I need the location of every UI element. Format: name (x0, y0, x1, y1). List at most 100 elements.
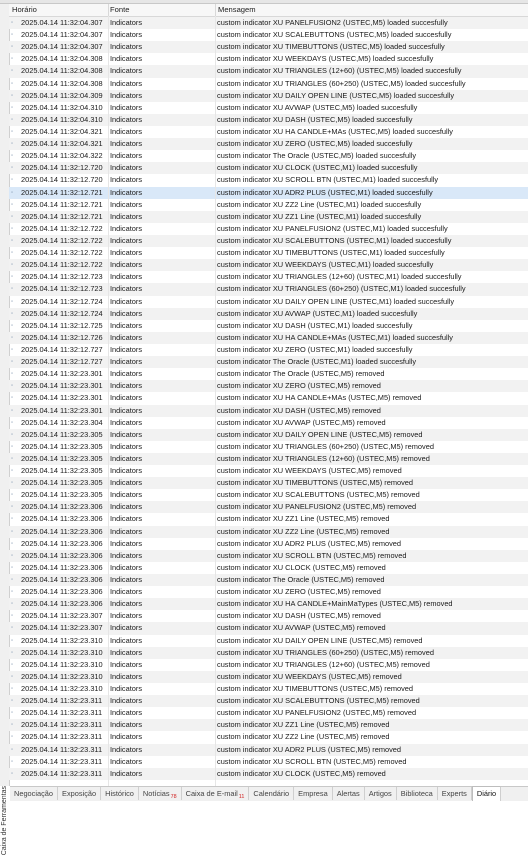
table-row[interactable]: ▫ 2025.04.14 11:32:23.305 Indicators custom… (9, 441, 528, 453)
table-row[interactable]: ▫ 2025.04.14 11:32:23.301 Indicators custom… (9, 380, 528, 393)
tab-artigos[interactable]: Artigos (365, 787, 397, 800)
table-row[interactable]: ▫ 2025.04.14 11:32:23.307 Indicators custom… (9, 610, 528, 622)
table-row[interactable]: ▫ 2025.04.14 11:32:12.725 Indicators custom… (9, 320, 528, 332)
table-row[interactable]: ▫ 2025.04.14 11:32:12.721 Indicators custom… (9, 199, 528, 211)
table-row[interactable]: ▫ 2025.04.14 11:32:12.722 Indicators custom… (9, 247, 528, 259)
table-row[interactable]: ▫ 2025.04.14 11:32:04.309 Indicators custom… (9, 89, 528, 102)
table-row[interactable]: ▫ 2025.04.14 11:32:23.311 Indicators custom… (9, 695, 528, 708)
cell-time: 2025.04.14 11:32:23.306 (21, 562, 103, 572)
cell-time: 2025.04.14 11:32:12.726 (21, 332, 103, 342)
table-row[interactable]: ▫ 2025.04.14 11:32:23.306 Indicators custom… (9, 538, 528, 550)
table-row[interactable]: ▫ 2025.04.14 11:32:12.720 Indicators custom… (9, 174, 528, 186)
cell-source: Indicators (110, 284, 143, 294)
tab-histórico[interactable]: Histórico (101, 787, 139, 800)
table-row[interactable]: ▫ 2025.04.14 11:32:23.310 Indicators custom… (9, 635, 528, 647)
table-row[interactable]: ▫ 2025.04.14 11:32:23.310 Indicators custom… (9, 683, 528, 695)
tab-label: Histórico (105, 789, 134, 798)
table-row[interactable]: ▫ 2025.04.14 11:32:23.301 Indicators custom… (9, 368, 528, 380)
table-row[interactable]: ▫ 2025.04.14 11:32:23.306 Indicators custom… (9, 525, 528, 538)
table-row[interactable]: ▫ 2025.04.14 11:32:04.310 Indicators custom… (9, 113, 528, 126)
table-row[interactable]: ▫ 2025.04.14 11:32:23.305 Indicators custom… (9, 489, 528, 501)
table-row[interactable]: ▫ 2025.04.14 11:32:12.722 Indicators custom… (9, 259, 528, 272)
table-row[interactable]: ▫ 2025.04.14 11:32:04.308 Indicators custom… (9, 53, 528, 65)
tab-biblioteca[interactable]: Biblioteca (397, 787, 438, 800)
table-row[interactable]: ▫ 2025.04.14 11:32:04.307 Indicators custom… (9, 29, 528, 41)
table-row[interactable]: ▫ 2025.04.14 11:32:04.321 Indicators custom… (9, 138, 528, 151)
cell-time: 2025.04.14 11:32:23.306 (21, 587, 103, 597)
tab-diário[interactable]: Diário (471, 786, 502, 801)
log-entry-icon: ▫ (11, 564, 14, 571)
table-row[interactable]: ▫ 2025.04.14 11:32:12.726 Indicators custom… (9, 331, 528, 344)
table-row[interactable]: ▫ 2025.04.14 11:32:12.723 Indicators custom… (9, 283, 528, 296)
table-row[interactable]: ▫ 2025.04.14 11:32:23.306 Indicators custom… (9, 513, 528, 525)
cell-message: custom indicator XU TRIANGLES (60+250) (… (217, 78, 466, 88)
table-row[interactable]: ▫ 2025.04.14 11:32:23.305 Indicators custom… (9, 428, 528, 441)
column-header-message[interactable]: Mensagem (218, 5, 256, 15)
table-row[interactable]: ▫ 2025.04.14 11:32:04.321 Indicators custom… (9, 126, 528, 138)
table-row[interactable]: ▫ 2025.04.14 11:32:23.301 Indicators custom… (9, 392, 528, 404)
table-row[interactable]: ▫ 2025.04.14 11:32:23.305 Indicators custom… (9, 452, 528, 466)
table-header: Horário Fonte Mensagem (9, 4, 528, 17)
column-divider[interactable] (108, 4, 109, 16)
table-row[interactable]: ▫ 2025.04.14 11:32:23.306 Indicators custom… (9, 598, 528, 611)
table-row[interactable]: ▫ 2025.04.14 11:32:12.720 Indicators custom… (9, 162, 528, 175)
table-row[interactable]: ▫ 2025.04.14 11:32:12.727 Indicators custom… (9, 356, 528, 369)
cell-source: Indicators (110, 562, 143, 572)
table-row[interactable]: ▫ 2025.04.14 11:32:23.311 Indicators custom… (9, 707, 528, 719)
table-row[interactable]: ▫ 2025.04.14 11:32:12.724 Indicators custom… (9, 296, 528, 308)
cell-time: 2025.04.14 11:32:23.305 (21, 490, 103, 500)
cell-time: 2025.04.14 11:32:04.308 (21, 54, 103, 64)
tab-exposição[interactable]: Exposição (58, 787, 102, 800)
table-row[interactable]: ▫ 2025.04.14 11:32:04.307 Indicators custom… (9, 41, 528, 54)
table-row[interactable]: ▫ 2025.04.14 11:32:23.311 Indicators custom… (9, 719, 528, 732)
column-header-source[interactable]: Fonte (110, 5, 129, 15)
table-row[interactable]: ▫ 2025.04.14 11:32:12.722 Indicators custom… (9, 223, 528, 235)
table-row[interactable]: ▫ 2025.04.14 11:32:23.306 Indicators custom… (9, 574, 528, 587)
cell-time: 2025.04.14 11:32:23.306 (21, 514, 103, 524)
table-row[interactable]: ▫ 2025.04.14 11:32:12.722 Indicators custom… (9, 234, 528, 248)
table-row[interactable]: ▫ 2025.04.14 11:32:23.310 Indicators custom… (9, 670, 528, 684)
table-row[interactable]: ▫ 2025.04.14 11:32:12.721 Indicators custom… (9, 210, 528, 223)
table-row[interactable]: ▫ 2025.04.14 11:32:23.306 Indicators custom… (9, 586, 528, 598)
table-row[interactable]: ▫ 2025.04.14 11:32:12.723 Indicators custom… (9, 271, 528, 283)
table-row[interactable]: ▫ 2025.04.14 11:32:04.307 Indicators custom… (9, 17, 528, 30)
table-row[interactable]: ▫ 2025.04.14 11:32:12.724 Indicators custom… (9, 307, 528, 320)
tab-empresa[interactable]: Empresa (294, 787, 333, 800)
table-row[interactable]: ▫ 2025.04.14 11:32:12.721 Indicators custom… (9, 186, 528, 199)
table-row[interactable]: ▫ 2025.04.14 11:32:23.305 Indicators custom… (9, 477, 528, 490)
tab-caixa-de-e-mail[interactable]: Caixa de E-mail11 (182, 787, 250, 800)
table-row[interactable]: ▫ 2025.04.14 11:32:12.727 Indicators custom… (9, 344, 528, 356)
tab-experts[interactable]: Experts (438, 787, 472, 800)
table-row[interactable]: ▫ 2025.04.14 11:32:23.311 Indicators custom… (9, 731, 528, 743)
cell-time: 2025.04.14 11:32:04.307 (21, 18, 103, 27)
table-row[interactable]: ▫ 2025.04.14 11:32:23.304 Indicators custom… (9, 417, 528, 429)
cell-time: 2025.04.14 11:32:23.306 (21, 538, 103, 548)
table-row[interactable]: ▫ 2025.04.14 11:32:23.306 Indicators custom… (9, 562, 528, 574)
table-row[interactable]: ▫ 2025.04.14 11:32:23.311 Indicators custom… (9, 743, 528, 756)
table-row[interactable]: ▫ 2025.04.14 11:32:23.306 Indicators custom… (9, 549, 528, 562)
table-row[interactable]: ▫ 2025.04.14 11:32:23.311 Indicators custom… (9, 767, 528, 780)
log-entry-icon: ▫ (11, 407, 14, 414)
column-divider[interactable] (215, 4, 216, 16)
cell-message: custom indicator XU ZZ2 Line (USTEC,M1) … (217, 199, 422, 209)
cell-message: custom indicator XU PANELFUSION2 (USTEC,… (217, 18, 448, 27)
column-header-time[interactable]: Horário (12, 5, 37, 15)
table-row[interactable]: ▫ 2025.04.14 11:32:04.322 Indicators custom… (9, 150, 528, 162)
table-row[interactable]: ▫ 2025.04.14 11:32:23.305 Indicators custom… (9, 465, 528, 477)
table-row[interactable]: ▫ 2025.04.14 11:32:23.311 Indicators custom… (9, 756, 528, 768)
table-row[interactable]: ▫ 2025.04.14 11:32:04.308 Indicators custom… (9, 65, 528, 78)
cell-source: Indicators (110, 538, 143, 548)
cell-message: custom indicator XU SCROLL BTN (USTEC,M1… (217, 175, 439, 185)
tab-alertas[interactable]: Alertas (333, 787, 365, 800)
table-row[interactable]: ▫ 2025.04.14 11:32:23.307 Indicators custom… (9, 622, 528, 635)
table-row[interactable]: ▫ 2025.04.14 11:32:04.308 Indicators custom… (9, 78, 528, 90)
log-entry-icon: ▫ (11, 262, 14, 269)
table-row[interactable]: ▫ 2025.04.14 11:32:23.310 Indicators custom… (9, 659, 528, 671)
table-row[interactable]: ▫ 2025.04.14 11:32:23.310 Indicators custom… (9, 646, 528, 659)
tab-negociação[interactable]: Negociação (10, 787, 59, 800)
table-row[interactable]: ▫ 2025.04.14 11:32:23.301 Indicators custom… (9, 404, 528, 417)
tab-notícias[interactable]: Notícias78 (139, 787, 182, 800)
table-row[interactable]: ▫ 2025.04.14 11:32:23.306 Indicators custom… (9, 501, 528, 514)
table-row[interactable]: ▫ 2025.04.14 11:32:04.310 Indicators custom… (9, 102, 528, 114)
tab-calendário[interactable]: Calendário (249, 787, 295, 800)
